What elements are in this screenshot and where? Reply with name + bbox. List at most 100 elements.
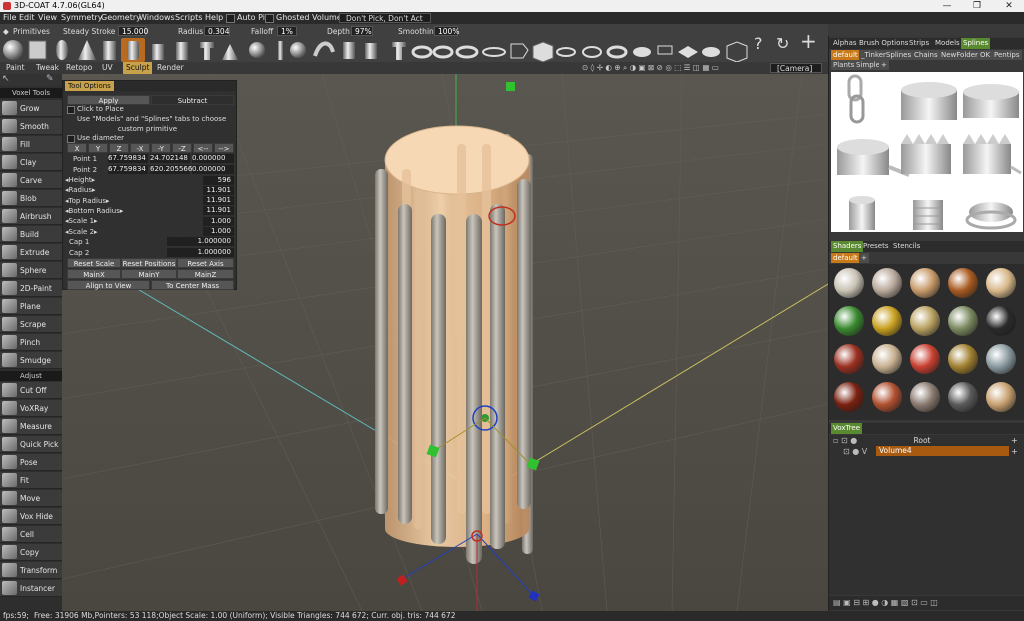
axis-button[interactable]: -Y bbox=[151, 143, 171, 153]
tab-models[interactable]: Models bbox=[933, 38, 962, 49]
shader-ball[interactable] bbox=[834, 268, 864, 298]
volume-visibility-icons[interactable]: ⊡ ● V bbox=[843, 446, 867, 457]
viewport-nav-icons[interactable]: ⊙ ◊ ✢ ◐ ⊕ ⌕ ◑ ▣ ⊠ ⊘ ◎ ⬚ ☰ ◫ ▦ ▭ bbox=[582, 62, 719, 73]
minimize-button[interactable]: — bbox=[932, 0, 962, 12]
tab-brush-options[interactable]: Brush Options bbox=[857, 38, 910, 49]
ghost-mode-dropdown[interactable]: Don't Pick, Don't Act bbox=[339, 13, 431, 23]
tab-presets[interactable]: Presets bbox=[861, 241, 890, 252]
root-add-button[interactable]: + bbox=[1011, 435, 1018, 446]
point1-z[interactable]: 0.000000 bbox=[192, 154, 234, 163]
tool-cut-off[interactable]: Cut Off bbox=[0, 382, 62, 399]
point2-y[interactable]: 620.205566 bbox=[150, 165, 192, 174]
param-value[interactable]: 11.901 bbox=[203, 206, 234, 216]
point1-y[interactable]: 24.702148 bbox=[150, 154, 190, 163]
camera-dropdown[interactable]: [Camera] bbox=[770, 63, 822, 73]
shader-ball[interactable] bbox=[910, 344, 940, 374]
shader-ball[interactable] bbox=[872, 344, 902, 374]
use-diameter-checkbox[interactable] bbox=[67, 135, 75, 143]
depth-value[interactable]: 97% bbox=[351, 26, 373, 36]
param-value[interactable]: 11.901 bbox=[203, 196, 234, 206]
menu-windows[interactable]: Windows bbox=[139, 12, 175, 24]
tool-airbrush[interactable]: Airbrush bbox=[0, 208, 62, 225]
tool-instancer[interactable]: Instancer bbox=[0, 580, 62, 597]
falloff-value[interactable]: 1% bbox=[277, 26, 297, 36]
smoothing-value[interactable]: 100% bbox=[434, 26, 459, 36]
tool-vox-hide[interactable]: Vox Hide bbox=[0, 508, 62, 525]
spline-models-grid[interactable] bbox=[831, 72, 1023, 232]
axis-button[interactable]: -X bbox=[130, 143, 150, 153]
axis-button[interactable]: Z bbox=[109, 143, 129, 153]
tool-copy[interactable]: Copy bbox=[0, 544, 62, 561]
shader-folder-default[interactable]: default bbox=[831, 253, 860, 263]
folder-newfolder[interactable]: NewFolder bbox=[939, 50, 980, 60]
shader-ball[interactable] bbox=[834, 344, 864, 374]
shader-ball[interactable] bbox=[910, 268, 940, 298]
tab-voxtree[interactable]: VoxTree bbox=[831, 423, 863, 434]
help-icon[interactable]: ? bbox=[754, 36, 763, 52]
add-folder-button[interactable]: + bbox=[879, 60, 889, 70]
tool-scrape[interactable]: Scrape bbox=[0, 316, 62, 333]
tool-clay[interactable]: Clay bbox=[0, 154, 62, 171]
shader-ball[interactable] bbox=[948, 268, 978, 298]
auto-pick-checkbox[interactable] bbox=[226, 14, 235, 23]
param-value[interactable]: 1.000 bbox=[203, 227, 234, 236]
tool-plane[interactable]: Plane bbox=[0, 298, 62, 315]
room-uv[interactable]: UV bbox=[99, 62, 116, 74]
arrow-tool-icon[interactable]: ↖ bbox=[2, 74, 10, 84]
axis-button[interactable]: -Z bbox=[172, 143, 192, 153]
axis-button[interactable]: X bbox=[67, 143, 87, 153]
axis-button[interactable]: --> bbox=[214, 143, 234, 153]
tool-fit[interactable]: Fit bbox=[0, 472, 62, 489]
menu-geometry[interactable]: Geometry bbox=[101, 12, 141, 24]
tab-stencils[interactable]: Stencils bbox=[891, 241, 922, 252]
tool-voxray[interactable]: VoXRay bbox=[0, 400, 62, 417]
shader-ball[interactable] bbox=[986, 268, 1016, 298]
tab-alphas[interactable]: Alphas bbox=[831, 38, 859, 49]
menu-edit[interactable]: Edit bbox=[19, 12, 35, 24]
tool-fill[interactable]: Fill bbox=[0, 136, 62, 153]
brush-tool-icon[interactable]: ✎ bbox=[46, 74, 54, 84]
param-value[interactable]: 1.000 bbox=[203, 216, 234, 226]
menu-symmetry[interactable]: Symmetry bbox=[61, 12, 102, 24]
shader-ball[interactable] bbox=[834, 382, 864, 412]
room-render[interactable]: Render bbox=[154, 62, 187, 74]
align-to-view-button[interactable]: Align to View bbox=[67, 280, 150, 290]
mainx-button[interactable]: MainX bbox=[67, 269, 121, 279]
menu-help[interactable]: Help bbox=[205, 12, 223, 24]
root-item[interactable]: Root bbox=[829, 435, 1015, 446]
shader-ball[interactable] bbox=[948, 344, 978, 374]
menu-view[interactable]: View bbox=[38, 12, 57, 24]
shader-ball[interactable] bbox=[910, 382, 940, 412]
shader-ball[interactable] bbox=[872, 382, 902, 412]
tool-transform[interactable]: Transform bbox=[0, 562, 62, 579]
room-retopo[interactable]: Retopo bbox=[63, 62, 95, 74]
ghosted-volumes-checkbox[interactable] bbox=[265, 14, 274, 23]
folder-ok[interactable]: OK bbox=[978, 50, 993, 60]
room-paint[interactable]: Paint bbox=[3, 62, 28, 74]
voxtree-toolbar[interactable]: ▤ ▣ ⊟ ⊞ ● ◑ ▦ ▧ ⊡ ▭ ◫ bbox=[829, 596, 1024, 610]
click-to-place-checkbox[interactable] bbox=[67, 106, 75, 114]
tool-quick-pick[interactable]: Quick Pick bbox=[0, 436, 62, 453]
tool-extrude[interactable]: Extrude bbox=[0, 244, 62, 261]
shader-ball[interactable] bbox=[986, 344, 1016, 374]
shader-ball[interactable] bbox=[872, 268, 902, 298]
primitive-shapes-row[interactable] bbox=[0, 38, 828, 62]
add-icon[interactable]: + bbox=[800, 31, 817, 51]
param-value[interactable]: 596 bbox=[203, 175, 234, 185]
param-value[interactable]: 11.901 bbox=[203, 185, 234, 195]
mainy-button[interactable]: MainY bbox=[121, 269, 177, 279]
tool-measure[interactable]: Measure bbox=[0, 418, 62, 435]
reset-icon[interactable]: ↻ bbox=[776, 36, 789, 52]
tab-shaders[interactable]: Shaders bbox=[831, 241, 864, 252]
volume-add-button[interactable]: + bbox=[1011, 446, 1018, 457]
tool-2d-paint[interactable]: 2D-Paint bbox=[0, 280, 62, 297]
tool-carve[interactable]: Carve bbox=[0, 172, 62, 189]
tool-smooth[interactable]: Smooth bbox=[0, 118, 62, 135]
reset-scale-button[interactable]: Reset Scale bbox=[67, 258, 121, 268]
folder-tinkersplines[interactable]: _TinkerSplines bbox=[859, 50, 914, 60]
steady-stroke-value[interactable]: 15.000 bbox=[118, 26, 148, 36]
folder-chains[interactable]: Chains bbox=[912, 50, 940, 60]
tab-strips[interactable]: Strips bbox=[907, 38, 931, 49]
menu-scripts[interactable]: Scripts bbox=[175, 12, 202, 24]
to-center-mass-button[interactable]: To Center Mass bbox=[151, 280, 234, 290]
